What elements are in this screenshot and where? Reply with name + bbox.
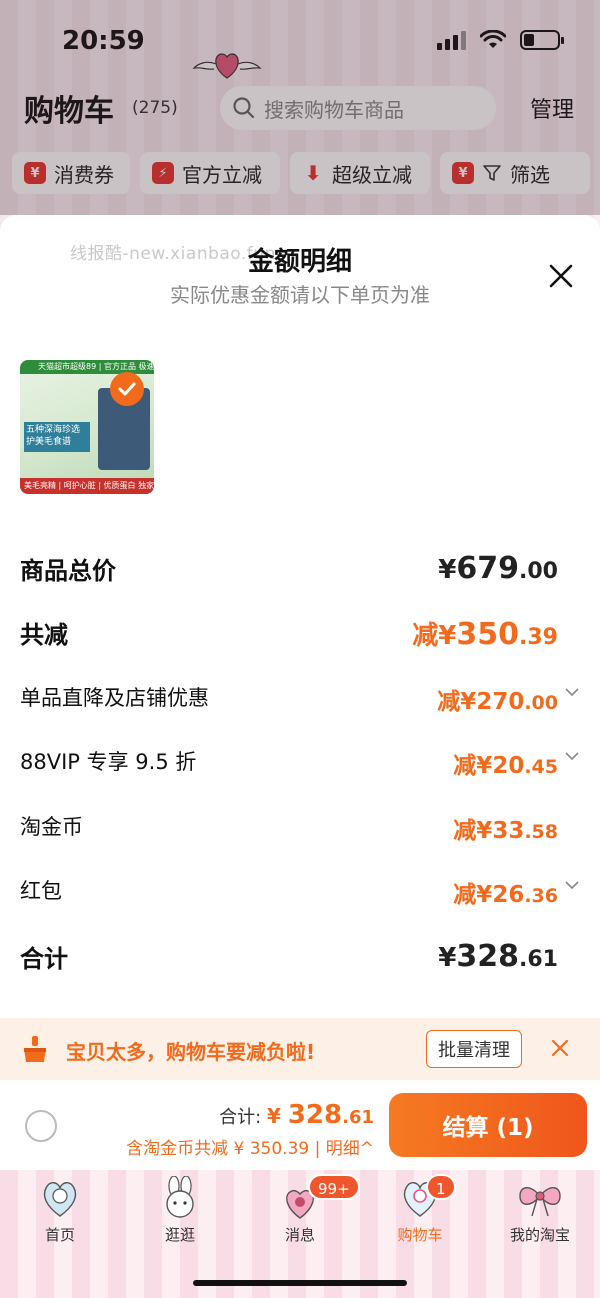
tab-my-taobao[interactable]: 我的淘宝 [480, 1170, 600, 1250]
chevron-down-icon[interactable] [564, 748, 580, 764]
item-discount-value: 减¥270.00 [437, 689, 558, 715]
bottom-tab-bar: 首页 逛逛 99+ 消息 1 购物车 我的淘宝 [0, 1170, 600, 1298]
tab-home[interactable]: 首页 [0, 1170, 120, 1250]
total-reduce-value: 减¥350.39 [412, 617, 558, 652]
close-icon[interactable] [548, 263, 574, 289]
select-all-checkbox[interactable] [25, 1110, 57, 1142]
tab-explore[interactable]: 逛逛 [120, 1170, 240, 1250]
cart-overload-tip: 宝贝太多，购物车要减负啦! 批量清理 [0, 1018, 600, 1080]
row-redpacket[interactable]: 红包 减¥26.36 [20, 875, 580, 915]
bulk-clean-button[interactable]: 批量清理 [426, 1030, 522, 1068]
row-label: 商品总价 [20, 557, 116, 585]
row-total-price: 商品总价 ¥679.00 [20, 551, 580, 591]
home-indicator [193, 1280, 407, 1286]
coins-value: 减¥33.58 [453, 818, 558, 844]
row-item-discount[interactable]: 单品直降及店铺优惠 减¥270.00 [20, 682, 580, 722]
chevron-down-icon[interactable] [564, 877, 580, 893]
row-label: 淘金币 [20, 815, 83, 839]
tab-cart[interactable]: 1 购物车 [360, 1170, 480, 1250]
row-label: 合计 [20, 945, 68, 973]
sheet-title: 金额明细 [247, 247, 352, 277]
sheet-subtitle: 实际优惠金额请以下单页为准 [170, 283, 430, 307]
cart-page-underlay: 20:59 购物车 (275) 搜索购物车商品 管理 ¥ 消费券 ⚡ 官方立减 … [0, 0, 600, 215]
checkout-total: 合计: ¥ 328.61 [219, 1100, 374, 1130]
vip-discount-value: 减¥20.45 [453, 753, 558, 779]
row-label: 88VIP 专享 9.5 折 [20, 750, 197, 774]
row-label: 共减 [20, 621, 68, 649]
product-thumb-bottom-text: 美毛亮精 | 呵护心脏 | 优质蛋白 独家 [20, 478, 154, 494]
row-total-reduce: 共减 减¥350.39 [20, 615, 580, 655]
broom-icon [24, 1036, 46, 1062]
savings-detail-toggle[interactable]: 含淘金币共减 ¥ 350.39 | 明细^ [126, 1134, 374, 1159]
redpacket-value: 减¥26.36 [453, 882, 558, 908]
checkout-bar: 合计: ¥ 328.61 含淘金币共减 ¥ 350.39 | 明细^ 结算 (1… [0, 1080, 600, 1170]
chevron-up-icon: ^ [359, 1139, 374, 1159]
product-thumb-top-text: 天猫超市超级89 | 官方正品 极速送达 [20, 360, 154, 374]
row-coins: 淘金币 减¥33.58 [20, 811, 580, 851]
check-icon [110, 372, 144, 406]
tab-messages[interactable]: 99+ 消息 [240, 1170, 360, 1250]
total-price-value: ¥679.00 [438, 551, 558, 586]
amount-detail-sheet: 线报酷-new.xianbao.fun 金额明细 实际优惠金额请以下单页为准 天… [0, 215, 600, 1018]
row-label: 单品直降及店铺优惠 [20, 686, 209, 710]
checkout-button[interactable]: 结算 (1) [389, 1093, 587, 1157]
cart-badge: 1 [426, 1174, 456, 1200]
row-sum: 合计 ¥328.61 [20, 939, 580, 979]
chevron-down-icon[interactable] [564, 684, 580, 700]
bunny-icon [166, 1176, 194, 1218]
row-vip-discount[interactable]: 88VIP 专享 9.5 折 减¥20.45 [20, 746, 580, 786]
tip-text: 宝贝太多，购物车要减负啦! [66, 1040, 316, 1064]
message-badge: 99+ [308, 1174, 360, 1200]
row-label: 红包 [20, 879, 62, 903]
product-thumb-box-text: 五种深海珍选 护美毛食谱 [24, 422, 90, 452]
overlay-dim [0, 0, 600, 215]
sum-value: ¥328.61 [438, 939, 558, 974]
bow-icon [519, 1187, 561, 1217]
home-mirror-icon [43, 1182, 77, 1217]
close-icon[interactable] [550, 1038, 570, 1058]
product-thumbnail[interactable]: 天猫超市超级89 | 官方正品 极速送达 五种深海珍选 护美毛食谱 美毛亮精 |… [20, 360, 154, 494]
